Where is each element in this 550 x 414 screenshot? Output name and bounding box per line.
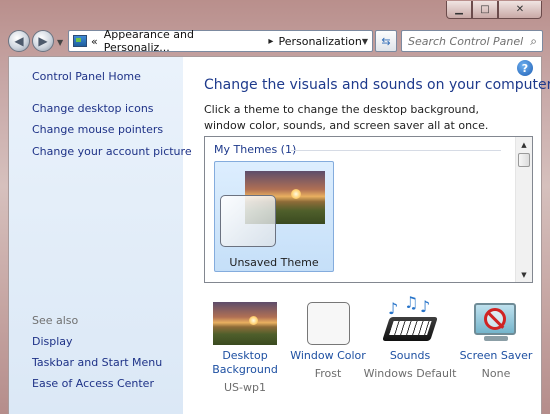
scroll-down-icon[interactable]: ▼ — [516, 267, 532, 282]
back-arrow-icon: ◀ — [14, 34, 24, 48]
scroll-up-icon[interactable]: ▲ — [516, 137, 532, 152]
monitor-no-sign-icon[interactable] — [470, 299, 522, 345]
recent-pages-dropdown[interactable]: ▼ — [57, 38, 63, 47]
sidebar-link-account-picture[interactable]: Change your account picture — [32, 145, 192, 158]
address-dropdown-icon[interactable]: ▼ — [362, 37, 368, 46]
group-heading-my-themes[interactable]: My Themes (1) — [214, 143, 296, 156]
address-bar: ◀ ▶ ▼ « Appearance and Personaliz... ▸ P… — [0, 26, 550, 56]
music-notes-keyboard-icon[interactable]: ♪ ♫ ♪ — [382, 293, 438, 345]
theme-item-unsaved[interactable]: Unsaved Theme — [214, 161, 334, 272]
window-color-swatch[interactable] — [306, 302, 350, 345]
theme-window-color-swatch — [220, 195, 276, 247]
option-screen-saver[interactable]: Screen Saver None — [455, 299, 537, 380]
search-icon[interactable]: ⌕ — [530, 34, 537, 49]
sidebar-link-desktop-icons[interactable]: Change desktop icons — [32, 102, 154, 115]
see-also-link-display[interactable]: Display — [32, 335, 73, 348]
page-description: Click a theme to change the desktop back… — [204, 103, 489, 132]
theme-list[interactable]: My Themes (1) Unsaved Theme ▲ ▼ — [204, 136, 533, 283]
title-bar: ▁ □ ✕ — [0, 0, 550, 22]
scrollbar-thumb[interactable] — [518, 153, 530, 167]
desktop-background-value: US-wp1 — [224, 381, 266, 394]
refresh-button[interactable]: ⇆ — [375, 30, 397, 52]
theme-label: Unsaved Theme — [229, 256, 319, 269]
forward-button[interactable]: ▶ — [32, 30, 54, 52]
option-window-color[interactable]: Window Color Frost — [287, 299, 369, 380]
forward-arrow-icon: ▶ — [38, 34, 48, 48]
breadcrumb-arrow-icon[interactable]: ▸ — [268, 36, 273, 47]
breadcrumb[interactable]: « Appearance and Personaliz... ▸ Persona… — [68, 28, 373, 54]
breadcrumb-item-appearance[interactable]: Appearance and Personaliz... — [104, 28, 264, 54]
content-area: Control Panel Home Change desktop icons … — [8, 56, 550, 414]
desktop-background-thumbnail[interactable] — [213, 302, 277, 345]
refresh-icon: ⇆ — [381, 34, 391, 48]
see-also-heading: See also — [32, 314, 79, 327]
search-input[interactable]: Search Control Panel ⌕ — [401, 30, 543, 52]
main-panel: ? Change the visuals and sounds on your … — [183, 57, 550, 414]
sounds-link[interactable]: Sounds — [360, 349, 460, 363]
sidebar: Control Panel Home Change desktop icons … — [9, 57, 192, 414]
close-button[interactable]: ✕ — [498, 1, 542, 19]
option-sounds[interactable]: ♪ ♫ ♪ Sounds Windows Default — [360, 293, 460, 380]
maximize-button[interactable]: □ — [472, 1, 498, 19]
control-panel-icon — [73, 35, 87, 47]
group-divider — [291, 150, 501, 151]
screen-saver-value: None — [481, 367, 511, 380]
desktop-background-link[interactable]: Desktop Background — [204, 349, 286, 377]
breadcrumb-item-personalization[interactable]: Personalization — [278, 35, 361, 48]
breadcrumb-overflow[interactable]: « — [91, 35, 98, 48]
sidebar-link-control-panel-home[interactable]: Control Panel Home — [32, 70, 141, 83]
window-color-link[interactable]: Window Color — [287, 349, 369, 363]
back-button[interactable]: ◀ — [8, 30, 30, 52]
see-also-link-ease-of-access[interactable]: Ease of Access Center — [32, 377, 154, 390]
see-also-link-taskbar[interactable]: Taskbar and Start Menu — [32, 356, 162, 369]
theme-list-scrollbar[interactable]: ▲ ▼ — [515, 137, 532, 282]
search-placeholder: Search Control Panel — [408, 34, 524, 48]
minimize-button[interactable]: ▁ — [446, 1, 472, 19]
window-controls: ▁ □ ✕ — [446, 1, 542, 19]
window-color-value: Frost — [314, 367, 342, 380]
sounds-value: Windows Default — [363, 367, 457, 380]
page-title: Change the visuals and sounds on your co… — [204, 77, 550, 93]
sidebar-link-mouse-pointers[interactable]: Change mouse pointers — [32, 123, 163, 136]
help-icon[interactable]: ? — [517, 60, 533, 76]
screen-saver-link[interactable]: Screen Saver — [455, 349, 537, 363]
option-desktop-background[interactable]: Desktop Background US-wp1 — [204, 299, 286, 394]
